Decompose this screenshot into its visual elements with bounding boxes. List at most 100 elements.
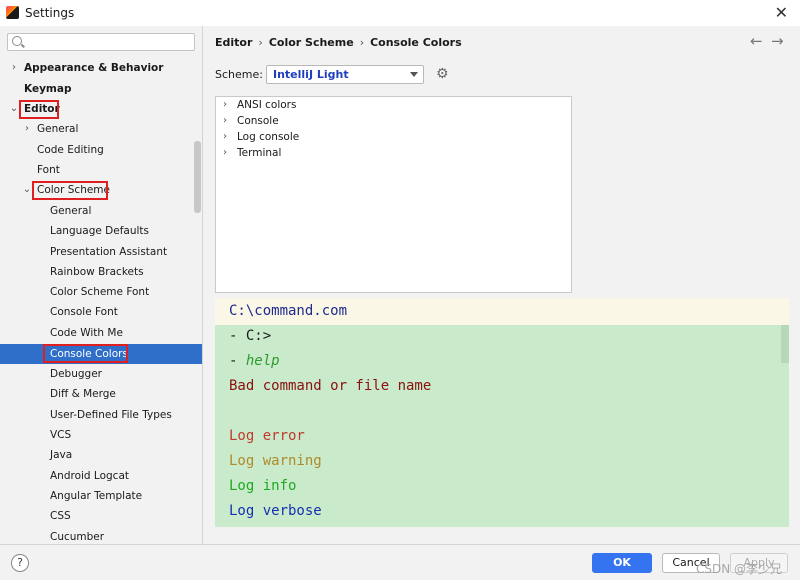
sidebar-item-vcs[interactable]: VCS <box>0 425 202 445</box>
chevron-right-icon: › <box>223 147 227 158</box>
sidebar-item-label: CSS <box>50 510 71 522</box>
category-label: Log console <box>237 131 300 143</box>
search-box[interactable] <box>7 33 195 51</box>
preview-line-log-error: Log error <box>229 428 305 444</box>
breadcrumb-console-colors: Console Colors <box>370 36 462 49</box>
console-preview[interactable]: C:\command.com - C:> - help Bad command … <box>215 298 789 527</box>
sidebar-item-code-with-me[interactable]: Code With Me <box>0 323 202 343</box>
sidebar-item-debugger[interactable]: Debugger <box>0 364 202 384</box>
sidebar-item-label: Diff & Merge <box>50 388 116 400</box>
preview-line-command: C:\command.com <box>229 303 348 319</box>
preview-line-error-output: Bad command or file name <box>229 378 432 394</box>
sidebar-item-java[interactable]: Java <box>0 445 202 465</box>
sidebar-item-rainbow-brackets[interactable]: Rainbow Brackets <box>0 262 202 282</box>
forward-arrow-icon[interactable]: → <box>771 32 784 50</box>
breadcrumb-color-scheme: Color Scheme <box>268 36 354 49</box>
breadcrumb-editor: Editor <box>215 36 253 49</box>
window-title: Settings <box>25 6 75 20</box>
category-label: Console <box>237 115 279 127</box>
sidebar-item-appearance-behavior[interactable]: › Appearance & Behavior <box>0 58 202 78</box>
sidebar-item-console-font[interactable]: Console Font <box>0 302 202 322</box>
sidebar-item-label: Angular Template <box>50 490 143 502</box>
gear-icon[interactable]: ⚙ <box>436 67 450 81</box>
sidebar-item-font[interactable]: Font <box>0 160 202 180</box>
sidebar-item-cucumber[interactable]: Cucumber <box>0 527 202 544</box>
chevron-right-icon: › <box>223 99 227 110</box>
preview-scrollbar[interactable] <box>781 325 789 363</box>
sidebar-item-label: Appearance & Behavior <box>24 62 164 74</box>
sidebar-item-label: Code With Me <box>50 327 123 339</box>
search-input[interactable] <box>30 35 190 49</box>
sidebar-item-label: Console Colors <box>50 348 128 360</box>
sidebar-item-console-colors[interactable]: Console Colors <box>0 344 202 364</box>
sidebar-item-label: Code Editing <box>37 144 104 156</box>
chevron-right-icon: › <box>12 62 16 73</box>
help-button[interactable]: ? <box>11 554 29 572</box>
chevron-down-icon: ⌄ <box>9 103 19 114</box>
sidebar-item-diff-merge[interactable]: Diff & Merge <box>0 384 202 404</box>
ok-button[interactable]: OK <box>592 553 652 573</box>
preview-line-log-info: Log info <box>229 478 297 494</box>
back-arrow-icon[interactable]: ← <box>750 32 763 50</box>
sidebar-item-user-defined-file-types[interactable]: User-Defined File Types <box>0 405 202 425</box>
breadcrumb-separator: › <box>258 36 263 49</box>
category-label: Terminal <box>237 147 282 159</box>
sidebar-item-code-editing[interactable]: Code Editing <box>0 140 202 160</box>
category-console[interactable]: › Console <box>216 113 571 129</box>
sidebar-item-label: Java <box>50 449 73 461</box>
chevron-right-icon: › <box>223 131 227 142</box>
settings-window: Settings ✕ › Appearance & Behavior Keyma… <box>0 0 800 580</box>
sidebar-item-color-scheme[interactable]: ⌄ Color Scheme <box>0 180 202 200</box>
sidebar-item-label: Cucumber <box>50 531 105 543</box>
sidebar-item-label: Rainbow Brackets <box>50 266 144 278</box>
category-label: ANSI colors <box>237 99 297 111</box>
watermark: CSDN @李少兄 <box>696 562 783 576</box>
preview-line-help: - help <box>229 353 280 369</box>
sidebar-item-label: Editor <box>24 103 60 115</box>
sidebar-item-android-logcat[interactable]: Android Logcat <box>0 466 202 486</box>
title-bar: Settings ✕ <box>0 0 800 26</box>
chevron-down-icon: ⌄ <box>22 184 32 195</box>
search-icon <box>12 36 22 46</box>
preview-line-prompt: - C:> <box>229 328 272 344</box>
category-ansi-colors[interactable]: › ANSI colors <box>216 97 571 113</box>
scheme-label: Scheme: <box>215 68 263 81</box>
sidebar-item-label: General <box>37 123 79 135</box>
preview-line-log-verbose: Log verbose <box>229 503 322 519</box>
sidebar-item-color-scheme-font[interactable]: Color Scheme Font <box>0 282 202 302</box>
sidebar-item-presentation-assistant[interactable]: Presentation Assistant <box>0 242 202 262</box>
sidebar-item-language-defaults[interactable]: Language Defaults <box>0 221 202 241</box>
sidebar-item-color-scheme-general[interactable]: General <box>0 201 202 221</box>
sidebar-item-keymap[interactable]: Keymap <box>0 79 202 99</box>
breadcrumb-separator: › <box>359 36 365 49</box>
sidebar-item-label: Language Defaults <box>50 225 149 237</box>
chevron-right-icon: › <box>25 123 29 134</box>
close-icon[interactable]: ✕ <box>775 3 788 22</box>
settings-sidebar: › Appearance & Behavior Keymap ⌄ Editor … <box>0 26 202 544</box>
category-terminal[interactable]: › Terminal <box>216 145 571 161</box>
sidebar-item-label: Console Font <box>50 306 118 318</box>
sidebar-item-label: Keymap <box>24 83 72 95</box>
sidebar-item-label: VCS <box>50 429 72 441</box>
sidebar-item-angular-template[interactable]: Angular Template <box>0 486 202 506</box>
preview-line-italic-text: help <box>245 353 280 369</box>
sidebar-scrollbar[interactable] <box>194 141 201 213</box>
sidebar-item-label: Presentation Assistant <box>50 246 168 258</box>
sidebar-item-css[interactable]: CSS <box>0 506 202 526</box>
category-log-console[interactable]: › Log console <box>216 129 571 145</box>
sidebar-item-label: Color Scheme Font <box>50 286 150 298</box>
sidebar-item-label: Debugger <box>50 368 102 380</box>
sidebar-item-editor[interactable]: ⌄ Editor <box>0 99 202 119</box>
scheme-dropdown[interactable]: IntelliJ Light <box>266 65 424 84</box>
scheme-dropdown-value: IntelliJ Light <box>273 68 349 81</box>
sidebar-item-label: Android Logcat <box>50 470 130 482</box>
color-category-tree: › ANSI colors › Console › Log console › … <box>215 96 572 293</box>
sidebar-item-label: General <box>50 205 92 217</box>
sidebar-item-label: User-Defined File Types <box>50 409 172 421</box>
sidebar-item-general[interactable]: › General <box>0 119 202 139</box>
settings-content: Editor › Color Scheme › Console Colors ← → S… <box>203 26 800 544</box>
preview-line-prefix: - <box>229 353 246 369</box>
intellij-app-icon <box>6 6 19 19</box>
chevron-down-icon <box>410 72 418 77</box>
sidebar-item-label: Color Scheme <box>37 184 110 196</box>
